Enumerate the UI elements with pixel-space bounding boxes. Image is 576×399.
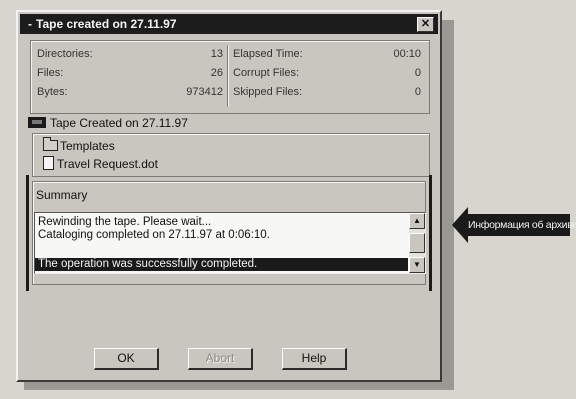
highlight-bracket-left	[26, 175, 29, 291]
stat-skipped-files: Skipped Files: 0	[233, 85, 421, 99]
tape-icon	[28, 117, 46, 128]
system-menu-icon[interactable]: -	[25, 14, 35, 34]
file-icon	[43, 156, 54, 170]
stat-value: 0	[414, 67, 421, 79]
log-line: Cataloging completed on 27.11.97 at 0:06…	[38, 229, 270, 241]
scroll-down-icon[interactable]: ▼	[409, 257, 425, 273]
stat-value: 973412	[186, 86, 223, 98]
summary-log[interactable]: Rewinding the tape. Please wait... Catal…	[34, 212, 426, 274]
tree-item-label: Templates	[60, 139, 115, 153]
stat-corrupt-files: Corrupt Files: 0	[233, 66, 421, 80]
stat-label: Corrupt Files:	[233, 67, 300, 79]
abort-button[interactable]: Abort	[188, 348, 253, 370]
help-button[interactable]: Help	[282, 348, 347, 370]
title-bar[interactable]: - Tape created on 27.11.97 ✕	[20, 14, 438, 34]
stat-files: Files: 26	[37, 66, 223, 80]
stat-value: 26	[210, 67, 223, 79]
tape-label: Tape Created on 27.11.97	[50, 116, 188, 130]
scroll-thumb[interactable]	[409, 233, 425, 253]
stat-value: 13	[210, 48, 223, 60]
close-button[interactable]: ✕	[417, 17, 434, 32]
stats-divider	[227, 45, 228, 107]
stat-label: Skipped Files:	[233, 86, 303, 98]
log-line-selected[interactable]: The operation was successfully completed…	[35, 258, 408, 271]
stat-value: 0	[414, 86, 421, 98]
vertical-scrollbar[interactable]: ▲ ▼	[409, 213, 425, 273]
stat-elapsed-time: Elapsed Time: 00:10	[233, 47, 421, 61]
tree-item-templates[interactable]: Templates	[43, 137, 115, 154]
log-line: Rewinding the tape. Please wait...	[38, 216, 212, 228]
stat-label: Bytes:	[37, 86, 68, 98]
ok-button[interactable]: OK	[94, 348, 159, 370]
tree-item-travel-request[interactable]: Travel Request.dot	[43, 156, 158, 172]
tree-item-label: Travel Request.dot	[57, 157, 158, 171]
stat-label: Files:	[37, 67, 64, 79]
stat-label: Elapsed Time:	[233, 48, 303, 60]
summary-label: Summary	[36, 188, 88, 202]
stat-directories: Directories: 13	[37, 47, 223, 61]
backup-progress-dialog: - Tape created on 27.11.97 ✕ Directories…	[16, 10, 442, 382]
summary-group: Summary Rewinding the tape. Please wait.…	[26, 175, 432, 291]
catalog-tree: Templates Travel Request.dot	[32, 133, 430, 177]
highlight-bracket-right	[429, 175, 432, 291]
stat-bytes: Bytes: 973412	[37, 85, 223, 99]
tape-header: Tape Created on 27.11.97	[28, 115, 188, 131]
folder-icon	[43, 137, 58, 151]
stat-value: 00:10	[393, 48, 421, 60]
annotation-callout: Информация об архиве	[452, 206, 576, 244]
callout-label: Информация об архиве	[468, 219, 576, 231]
statistics-panel: Directories: 13 Files: 26 Bytes: 973412 …	[30, 40, 430, 114]
scroll-up-icon[interactable]: ▲	[409, 213, 425, 229]
stat-label: Directories:	[37, 48, 93, 60]
dialog-title: Tape created on 27.11.97	[36, 17, 177, 31]
